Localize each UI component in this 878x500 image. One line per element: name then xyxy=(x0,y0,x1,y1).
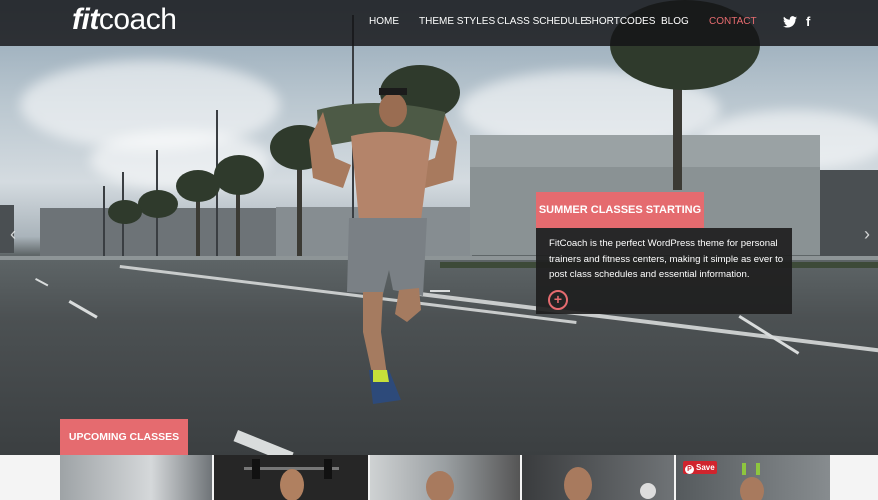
nav-contact[interactable]: CONTACT xyxy=(709,16,757,27)
road-marking xyxy=(233,430,294,455)
top-navbar: fitcoach HOME THEME STYLES CLASS SCHEDUL… xyxy=(0,0,878,46)
nav-shortcodes[interactable]: SHORTCODES xyxy=(585,16,655,27)
nav-blog[interactable]: BLOG xyxy=(661,16,689,27)
class-image xyxy=(426,471,454,500)
palm-leaves xyxy=(108,200,142,224)
logo-light: coach xyxy=(98,3,177,36)
slider-prev-icon[interactable]: ‹ xyxy=(10,224,16,245)
class-thumbnail[interactable] xyxy=(60,455,212,500)
palm-leaves xyxy=(214,155,264,195)
facebook-icon[interactable]: f xyxy=(806,14,810,29)
nav-class-schedule[interactable]: CLASS SCHEDULE xyxy=(497,16,587,27)
athlete-figure xyxy=(309,88,457,404)
slide-caption-title: SUMMER CLASSES STARTING xyxy=(536,192,704,228)
class-thumbnail[interactable] xyxy=(370,455,520,500)
building xyxy=(470,135,820,167)
nav-home[interactable]: HOME xyxy=(369,16,399,27)
pinterest-icon: P xyxy=(685,465,694,474)
site-logo[interactable]: fitcoach xyxy=(72,3,177,37)
class-thumbnail[interactable] xyxy=(522,455,674,500)
palm-leaves xyxy=(138,190,178,218)
class-image xyxy=(244,459,339,500)
read-more-plus-icon[interactable]: + xyxy=(548,290,568,310)
logo-bold: fit xyxy=(72,3,99,36)
class-thumbnail[interactable] xyxy=(214,455,368,500)
nav-theme-styles[interactable]: THEME STYLES xyxy=(419,16,495,27)
lamp-pole xyxy=(103,186,105,256)
save-label: Save xyxy=(696,463,715,472)
upcoming-classes-label: UPCOMING CLASSES xyxy=(60,419,188,455)
twitter-icon[interactable] xyxy=(783,16,797,28)
road-marking xyxy=(35,278,49,287)
pinterest-save-button[interactable]: P Save xyxy=(683,461,717,474)
road-marking xyxy=(68,300,98,319)
slider-next-icon[interactable]: › xyxy=(864,224,870,245)
class-image xyxy=(564,467,656,500)
palm-leaves xyxy=(176,170,220,202)
slide-caption-text: FitCoach is the perfect WordPress theme … xyxy=(549,238,784,280)
